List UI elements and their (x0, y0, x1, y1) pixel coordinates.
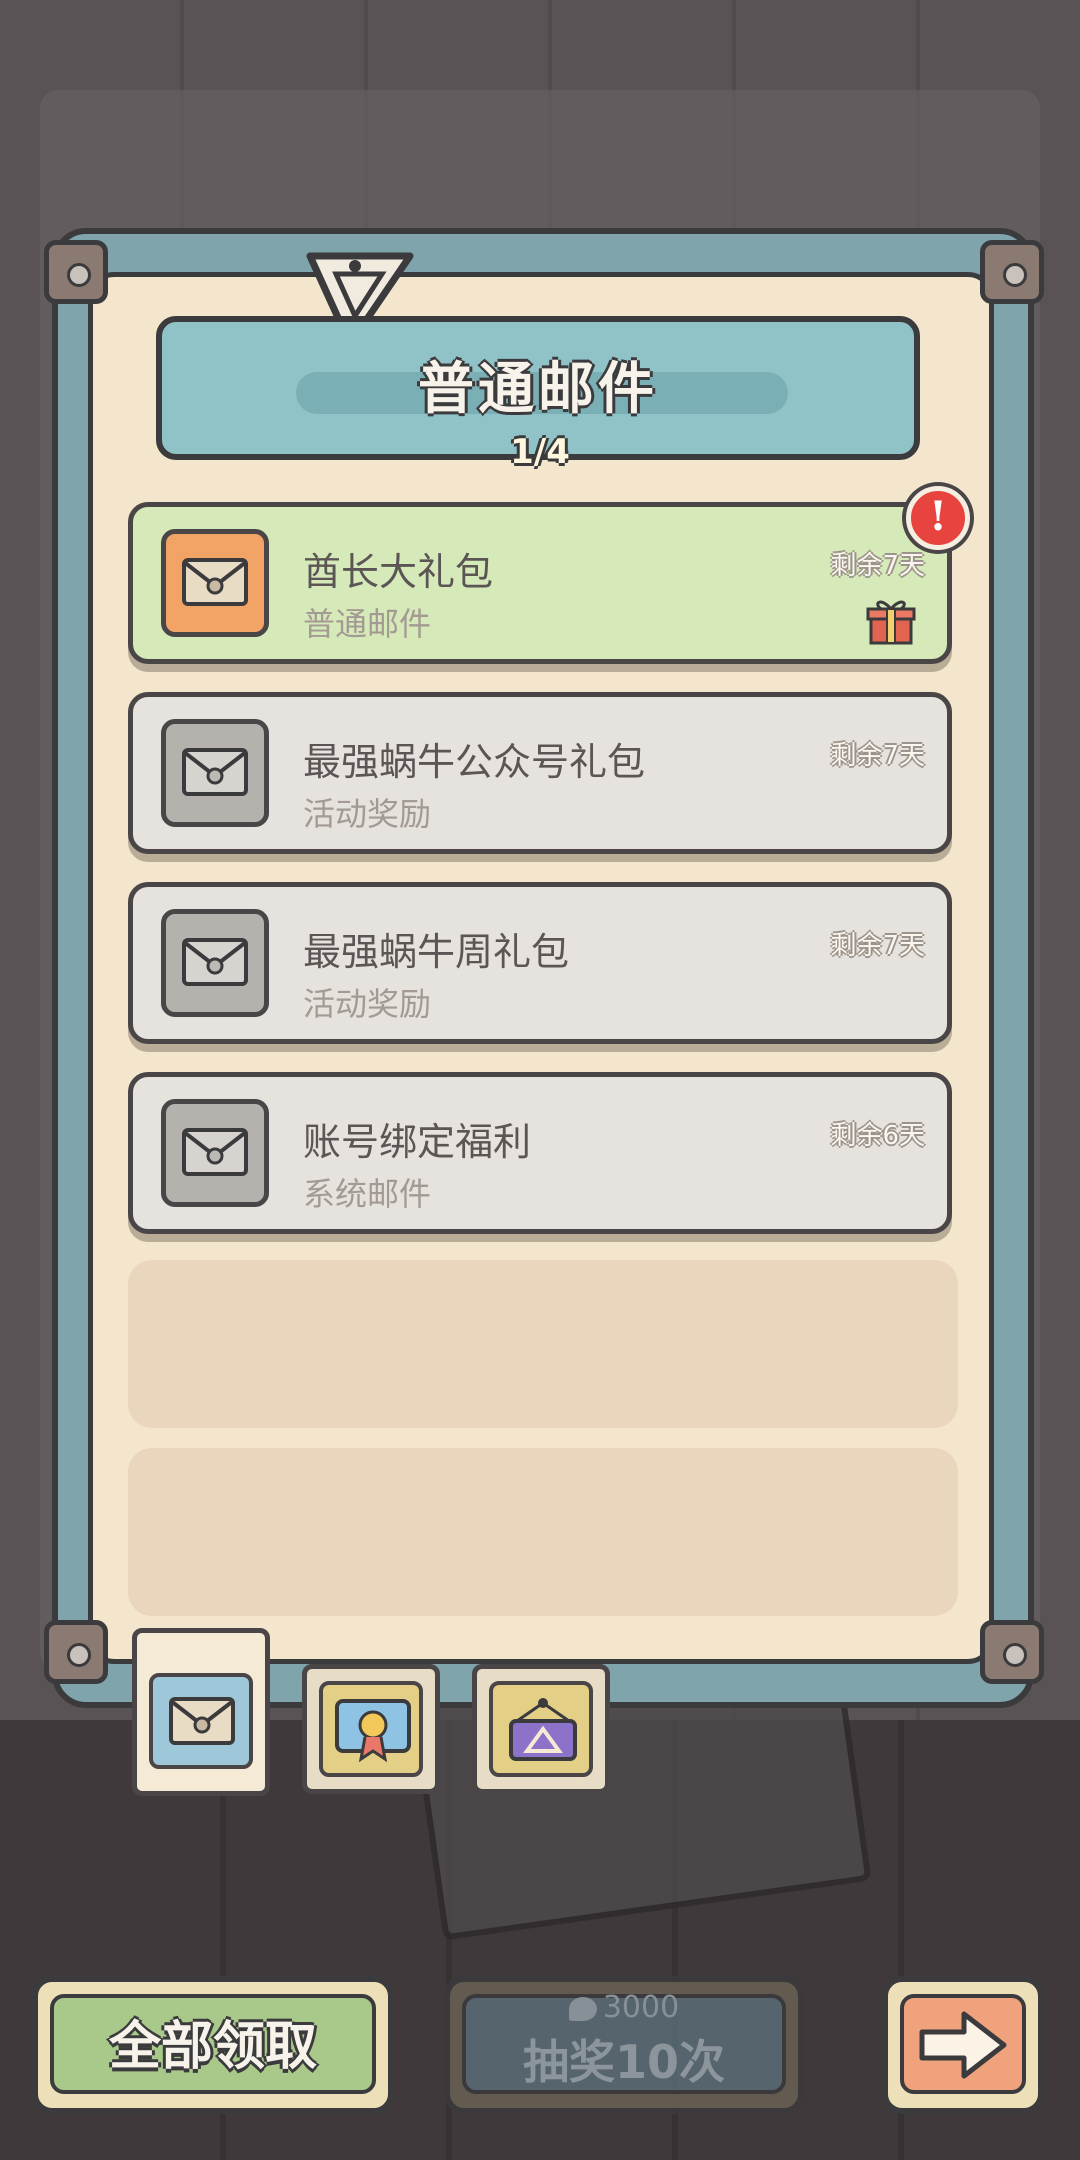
mail-title: 酋长大礼包 (303, 550, 494, 594)
gift-icon (866, 600, 916, 645)
mail-envelope-thumb (161, 529, 269, 637)
empty-mail-slot (128, 1260, 958, 1428)
mail-title: 最强蜗牛周礼包 (303, 930, 570, 974)
mail-category: 系统邮件 (303, 1175, 432, 1213)
mail-item[interactable]: 最强蜗牛周礼包 活动奖励 剩余7天 (128, 882, 952, 1044)
mail-item[interactable]: 最强蜗牛公众号礼包 活动奖励 剩余7天 (128, 692, 952, 854)
tab-system-mail[interactable] (472, 1664, 610, 1794)
tab-reward-mail[interactable] (302, 1664, 440, 1794)
envelope-icon (169, 1697, 235, 1745)
mail-category: 普通邮件 (303, 605, 432, 643)
envelope-icon (182, 1128, 248, 1176)
empty-mail-slot (128, 1448, 958, 1616)
tab-icon-frame (489, 1681, 593, 1777)
mail-envelope-thumb (161, 909, 269, 1017)
mail-expiry: 剩余6天 (830, 1121, 925, 1151)
mail-envelope-thumb (161, 1099, 269, 1207)
envelope-icon (182, 748, 248, 796)
mail-envelope-thumb (161, 719, 269, 827)
triangle-sign-icon (509, 1698, 577, 1761)
draw-label: 抽奖10次 (522, 2035, 725, 2089)
envelope-icon (182, 938, 248, 986)
draw-cost: 3000 (450, 1990, 798, 2025)
claim-all-button[interactable]: 全部领取 (32, 1976, 394, 2114)
mail-title: 账号绑定福利 (303, 1120, 532, 1164)
arrow-right-icon (919, 2011, 1007, 2079)
tab-icon-frame (319, 1681, 423, 1777)
claim-all-label: 全部领取 (108, 2017, 317, 2077)
draw-10-button[interactable]: 3000 抽奖10次 (444, 1976, 804, 2114)
mail-item[interactable]: 账号绑定福利 系统邮件 剩余6天 (128, 1072, 952, 1234)
currency-icon (568, 1996, 597, 2021)
draw-cost-value: 3000 (602, 1990, 680, 2025)
mail-item[interactable]: 酋长大礼包 普通邮件 剩余7天 (128, 502, 952, 664)
mail-expiry: 剩余7天 (830, 931, 925, 961)
frame-bolt (44, 240, 108, 304)
frame-bolt (44, 1620, 108, 1684)
tab-normal-mail[interactable] (132, 1628, 270, 1796)
alert-mark: ! (929, 493, 947, 540)
mail-title: 最强蜗牛公众号礼包 (303, 740, 646, 784)
page-indicator: 1/4 (510, 432, 570, 472)
page-title: 普通邮件 (418, 357, 658, 422)
mail-category: 活动奖励 (303, 795, 432, 833)
frame-bolt (980, 1620, 1044, 1684)
mail-category: 活动奖励 (303, 985, 432, 1023)
mail-expiry: 剩余7天 (830, 741, 925, 771)
award-certificate-icon (335, 1699, 411, 1763)
new-mail-alert-badge: ! (906, 486, 970, 550)
mail-expiry: 剩余7天 (830, 551, 925, 581)
tab-icon-frame (149, 1673, 253, 1769)
envelope-icon (182, 558, 248, 606)
frame-bolt (980, 240, 1044, 304)
next-button[interactable] (882, 1976, 1044, 2114)
